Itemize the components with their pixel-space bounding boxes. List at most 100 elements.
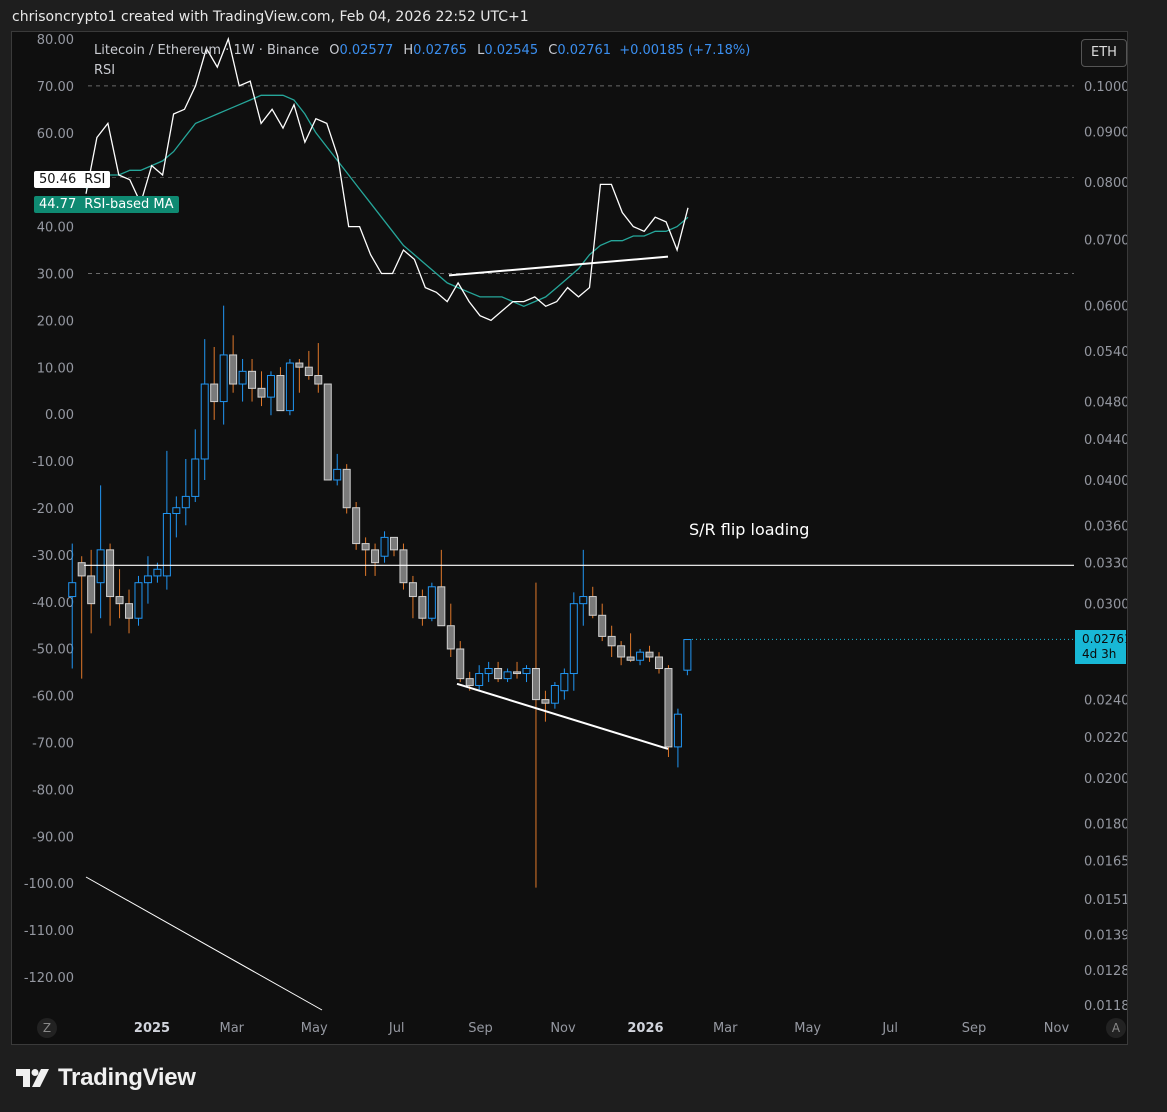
- right-axis-tick-label: 0.03600: [1084, 519, 1127, 534]
- chart-canvas[interactable]: 80.0070.0060.0050.0040.0030.0020.0010.00…: [12, 32, 1127, 1044]
- rsi-line: [85, 36, 689, 322]
- candle-body: [295, 362, 304, 368]
- candle-body: [87, 575, 96, 605]
- left-axis-tick-label: -10.00: [32, 455, 74, 470]
- candle-body: [579, 596, 588, 605]
- left-axis-tick-label: -30.00: [32, 549, 74, 564]
- left-axis-tick-label: -110.00: [24, 924, 74, 939]
- left-axis-tick-label: 60.00: [37, 127, 74, 142]
- left-axis-tick-label: 80.00: [37, 33, 74, 48]
- candle-body: [68, 582, 77, 598]
- candle-body: [200, 383, 209, 460]
- candle-body: [598, 614, 607, 637]
- right-axis-tick-label: 0.02200: [1084, 731, 1127, 746]
- candle-body: [446, 625, 455, 650]
- left-axis-tick-label: -100.00: [24, 877, 74, 892]
- right-axis-tick-label: 0.06000: [1084, 300, 1127, 315]
- candle-body: [172, 507, 181, 514]
- candle-body: [636, 651, 645, 661]
- left-axis-tick-label: 30.00: [37, 268, 74, 283]
- close-label: C: [548, 43, 558, 58]
- x-axis-tick-label: Jul: [388, 1021, 405, 1036]
- candle-body: [522, 668, 531, 675]
- change-value: +0.00185 (+7.18%): [619, 43, 751, 58]
- x-axis-tick-label: Nov: [1044, 1021, 1070, 1036]
- candle-body: [333, 468, 342, 481]
- candle-body: [219, 354, 228, 403]
- left-axis-tick-label: -20.00: [32, 502, 74, 517]
- right-axis-tick-label: 0.01280: [1084, 964, 1127, 979]
- rsi-tag-label: RSI: [84, 172, 106, 187]
- high-value: 0.02765: [413, 43, 467, 58]
- brand-name: TradingView: [58, 1064, 196, 1091]
- candle-body: [323, 383, 332, 481]
- candle-body: [153, 568, 162, 577]
- price-divergence-trendline: [456, 682, 669, 750]
- left-axis-tick-label: -80.00: [32, 783, 74, 798]
- candle-body: [437, 586, 446, 627]
- right-axis-tick-label: 0.04400: [1084, 433, 1127, 448]
- candle-body: [143, 575, 152, 584]
- left-axis-tick-label: 10.00: [37, 361, 74, 376]
- candle-body: [475, 673, 484, 687]
- x-axis-tick-label: Sep: [962, 1021, 987, 1036]
- x-axis-tick-label: 2026: [627, 1021, 663, 1036]
- candle-body: [418, 596, 427, 619]
- auto-scale-right-button[interactable]: A: [1106, 1018, 1126, 1038]
- candle-body: [210, 383, 219, 403]
- right-axis-tick-label: 0.01650: [1084, 855, 1127, 870]
- x-axis-tick-label: Nov: [550, 1021, 576, 1036]
- rsi-ma-tag-label: RSI-based MA: [84, 197, 174, 212]
- candle-body: [513, 671, 522, 675]
- right-axis-tick-label: 0.02400: [1084, 694, 1127, 709]
- candle-body: [276, 375, 285, 412]
- candle-body: [285, 362, 294, 412]
- candle-body: [541, 699, 550, 704]
- left-axis-tick-label: -90.00: [32, 830, 74, 845]
- right-axis-tick-label: 0.07000: [1084, 233, 1127, 248]
- candle-body: [626, 656, 635, 661]
- candle-body: [654, 656, 663, 670]
- right-axis-tick-label: 0.03000: [1084, 598, 1127, 613]
- x-axis-tick-label: May: [301, 1021, 328, 1036]
- candle-body: [380, 536, 389, 557]
- chart-annotation: S/R flip loading: [689, 520, 810, 539]
- candle-body: [683, 639, 692, 671]
- candle-body: [408, 582, 417, 598]
- candle-body: [484, 668, 493, 675]
- right-axis-tick-label: 0.02000: [1084, 772, 1127, 787]
- rsi-value: 50.46: [39, 172, 77, 187]
- candle-body: [673, 713, 682, 748]
- candle-body: [266, 375, 275, 398]
- open-value: 0.02577: [339, 43, 394, 58]
- chart-header: chrisoncrypto1 created with TradingView.…: [12, 9, 529, 25]
- currency-button[interactable]: ETH: [1081, 39, 1127, 67]
- candle-body: [399, 549, 408, 584]
- rsi-value-tag: 50.46 RSI: [34, 171, 111, 188]
- candle-body: [361, 543, 370, 551]
- left-axis-tick-label: 70.00: [37, 80, 74, 95]
- candle-body: [494, 668, 503, 680]
- low-value: 0.02545: [484, 43, 539, 58]
- candle-body: [257, 387, 266, 398]
- chart-frame[interactable]: 80.0070.0060.0050.0040.0030.0020.0010.00…: [11, 31, 1128, 1045]
- candle-body: [503, 671, 512, 680]
- candle-body: [617, 645, 626, 658]
- x-axis-tick-label: Jul: [881, 1021, 898, 1036]
- candle-body: [162, 512, 171, 577]
- right-axis-tick-label: 0.09000: [1084, 125, 1127, 140]
- symbol-name: Litecoin / Ethereum · 1W · Binance: [94, 43, 320, 58]
- candle-body: [371, 549, 380, 564]
- auto-scale-left-button[interactable]: Z: [37, 1018, 57, 1038]
- right-axis-tick-label: 0.08000: [1084, 176, 1127, 191]
- left-axis-tick-label: -50.00: [32, 643, 74, 658]
- right-axis-tick-label: 0.10000: [1084, 80, 1127, 95]
- candle-body: [550, 685, 559, 704]
- right-axis-tick-label: 0.04800: [1084, 396, 1127, 411]
- x-axis-tick-label: Sep: [468, 1021, 493, 1036]
- left-axis-tick-label: 40.00: [37, 221, 74, 236]
- candle-body: [569, 603, 578, 675]
- right-axis-tick-label: 0.01800: [1084, 817, 1127, 832]
- candle-body: [248, 370, 257, 389]
- x-axis-tick-label: Mar: [220, 1021, 245, 1036]
